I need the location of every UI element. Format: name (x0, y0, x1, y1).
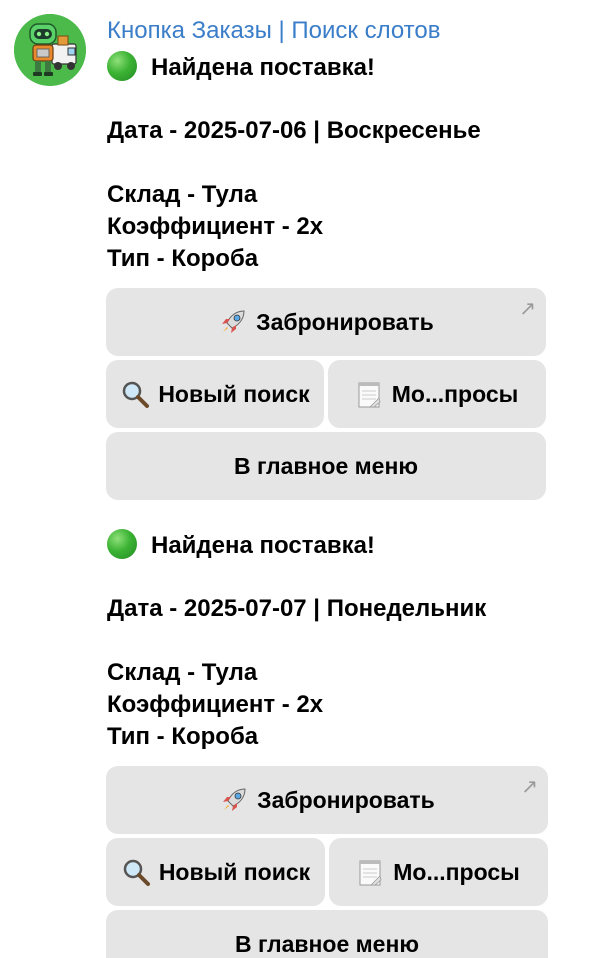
memo-icon (357, 857, 385, 887)
new-search-button[interactable]: Новый поиск (106, 360, 324, 428)
coefficient-line: Коэффициент - 2x (107, 691, 324, 718)
headline-text: Найдена поставка! (151, 54, 375, 81)
memo-icon (356, 379, 384, 409)
type-line: Тип - Короба (107, 723, 259, 750)
main-menu-button-label: В главное меню (234, 930, 419, 957)
main-menu-button[interactable]: В главное меню (106, 910, 548, 958)
magnifier-icon (120, 379, 150, 409)
date-line: Дата - 2025-07-06 | Воскресенье (107, 117, 481, 144)
type-line: Тип - Короба (107, 245, 259, 272)
my-requests-button-label: Мо...просы (391, 380, 519, 407)
book-button-label: Забронировать (256, 308, 434, 335)
external-arrow-icon: ↗ (519, 298, 536, 320)
bot-message: Найдена поставка! Дата - 2025-07-06 | Во… (107, 51, 557, 275)
book-button-label: Забронировать (257, 786, 435, 813)
headline-text: Найдена поставка! (151, 532, 375, 559)
main-menu-button[interactable]: В главное меню (106, 432, 546, 500)
external-arrow-icon: ↗ (521, 776, 538, 798)
my-requests-button-label: Мо...просы (393, 858, 520, 885)
date-line: Дата - 2025-07-07 | Понедельник (107, 595, 487, 622)
bot-avatar[interactable] (14, 14, 86, 86)
rocket-icon (218, 307, 248, 337)
main-menu-button-label: В главное меню (233, 452, 418, 479)
headline-row: Найдена поставка! (107, 51, 557, 83)
my-requests-button[interactable]: Мо...просы (329, 838, 548, 906)
green-circle-icon (107, 51, 137, 81)
bot-message: Найдена поставка! Дата - 2025-07-07 | По… (107, 529, 557, 753)
coefficient-line: Коэффициент - 2x (107, 213, 324, 240)
headline-row: Найдена поставка! (107, 529, 557, 561)
warehouse-line: Склад - Тула (107, 181, 258, 208)
robot-delivery-avatar-icon (14, 14, 86, 86)
rocket-icon (219, 785, 249, 815)
warehouse-line: Склад - Тула (107, 659, 258, 686)
magnifier-icon (121, 857, 151, 887)
my-requests-button[interactable]: Мо...просы (328, 360, 546, 428)
new-search-button-label: Новый поиск (158, 380, 310, 407)
sender-name[interactable]: Кнопка Заказы | Поиск слотов (107, 14, 440, 48)
green-circle-icon (107, 529, 137, 559)
book-button[interactable]: Забронировать ↗ (106, 288, 546, 356)
new-search-button-label: Новый поиск (158, 858, 311, 885)
new-search-button[interactable]: Новый поиск (106, 838, 325, 906)
book-button[interactable]: Забронировать ↗ (106, 766, 548, 834)
